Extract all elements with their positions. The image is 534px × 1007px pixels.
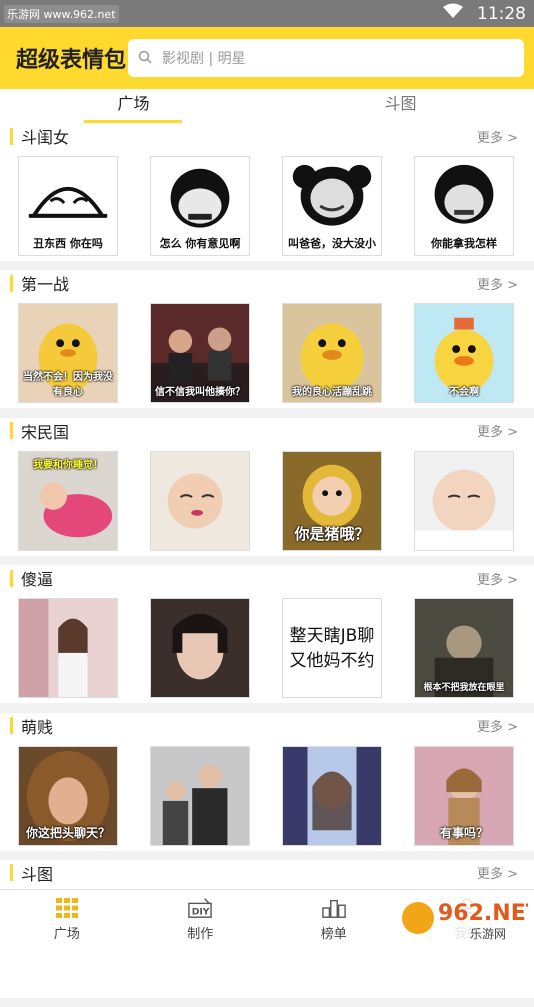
content-list: 斗闺女 更多 > 丑东西 你在吗 怎么 你有意见啊 叫爸爸，没大没小 你能拿我怎… xyxy=(0,123,534,1007)
section-accent-bar xyxy=(10,570,13,587)
meme-thumbnail[interactable]: 你能拿我怎样 xyxy=(414,156,514,256)
section-card: 第一战 更多 > 当然不会！因为我没有良心 信不信我叫他揍你？ 我的良心活蹦乱跳… xyxy=(0,270,534,408)
meme-thumbnail[interactable]: 叫爸爸，没大没小 xyxy=(282,156,382,256)
section-accent-bar xyxy=(10,275,13,292)
meme-thumbnail[interactable] xyxy=(282,746,382,846)
more-link[interactable]: 更多 > xyxy=(477,274,518,293)
meme-caption: 你这把头聊天？ xyxy=(19,824,117,841)
meme-thumbnail[interactable] xyxy=(150,746,250,846)
section-card: 宋民国 更多 > 我要和你睡觉！ 你是猪哦？ xyxy=(0,418,534,556)
nav-rank[interactable]: 榜单 xyxy=(267,890,401,949)
meme-thumbnail[interactable]: 当然不会！因为我没有良心 xyxy=(18,303,118,403)
search-input[interactable]: 影视剧 | 明星 xyxy=(128,39,524,77)
more-link[interactable]: 更多 > xyxy=(477,127,518,146)
watermark-text: 乐游网 www.962.net xyxy=(4,5,119,23)
section-accent-bar xyxy=(10,864,13,881)
section-title: 第一战 xyxy=(21,271,69,295)
meme-caption: 怎么 你有意见啊 xyxy=(151,235,249,251)
section-title: 傻逼 xyxy=(21,566,53,590)
section-card: 傻逼 更多 > 整天瞎JB聊 又他妈不约 根本不把我放在眼里 xyxy=(0,565,534,703)
podium-icon xyxy=(322,897,346,919)
meme-thumbnail[interactable]: 丑东西 你在吗 xyxy=(18,156,118,256)
meme-thumbnail[interactable]: 怎么 你有意见啊 xyxy=(150,156,250,256)
section-title: 宋民国 xyxy=(21,419,69,443)
app-title: 超级表情包 xyxy=(16,42,128,74)
more-link[interactable]: 更多 > xyxy=(477,863,518,882)
meme-caption: 有事吗？ xyxy=(415,824,513,841)
tab-bar: 广场 斗图 xyxy=(0,89,534,123)
meme-thumbnail[interactable]: 我的良心活蹦乱跳 xyxy=(282,303,382,403)
meme-caption: 你是猪哦？ xyxy=(283,523,381,544)
svg-text:DIY: DIY xyxy=(192,906,210,917)
meme-thumbnail[interactable]: 不会啊 xyxy=(414,303,514,403)
more-link[interactable]: 更多 > xyxy=(477,716,518,735)
section-accent-bar xyxy=(10,422,13,439)
nav-make[interactable]: DIY 制作 xyxy=(134,890,268,949)
meme-thumbnail[interactable]: 根本不把我放在眼里 xyxy=(414,598,514,698)
search-icon xyxy=(138,49,152,68)
nav-label: 广场 xyxy=(54,923,80,942)
status-bar: 乐游网 www.962.net 11:28 xyxy=(0,0,534,27)
meme-caption: 不会啊 xyxy=(415,383,513,398)
more-link[interactable]: 更多 > xyxy=(477,569,518,588)
nav-label: 榜单 xyxy=(321,923,347,942)
meme-thumbnail[interactable] xyxy=(18,598,118,698)
grid-icon xyxy=(55,897,79,919)
logo-sub: 乐游网 xyxy=(470,927,506,941)
meme-thumbnail[interactable] xyxy=(414,451,514,551)
meme-caption: 丑东西 你在吗 xyxy=(19,235,117,251)
meme-caption: 根本不把我放在眼里 xyxy=(415,680,513,693)
clock: 11:28 xyxy=(477,4,526,24)
more-link[interactable]: 更多 > xyxy=(477,421,518,440)
tab-doutu[interactable]: 斗图 xyxy=(267,89,534,123)
meme-caption: 整天瞎JB聊 又他妈不约 xyxy=(283,621,381,671)
meme-thumbnail[interactable]: 我要和你睡觉！ xyxy=(18,451,118,551)
site-logo-watermark: 962.NET 乐游网 xyxy=(398,892,528,944)
meme-thumbnail[interactable]: 有事吗？ xyxy=(414,746,514,846)
meme-caption: 我要和你睡觉！ xyxy=(19,456,117,471)
nav-label: 制作 xyxy=(187,923,213,942)
meme-caption: 你能拿我怎样 xyxy=(415,235,513,251)
section-accent-bar xyxy=(10,717,13,734)
section-title: 斗闺女 xyxy=(21,124,69,148)
section-card: 斗闺女 更多 > 丑东西 你在吗 怎么 你有意见啊 叫爸爸，没大没小 你能拿我怎… xyxy=(0,123,534,261)
search-placeholder: 影视剧 | 明星 xyxy=(162,48,246,68)
meme-thumbnail[interactable]: 信不信我叫他揍你？ xyxy=(150,303,250,403)
tab-square[interactable]: 广场 xyxy=(0,89,267,123)
section-card: 萌贱 更多 > 你这把头聊天？ 有事吗？ xyxy=(0,713,534,851)
meme-thumbnail[interactable]: 你是猪哦？ xyxy=(282,451,382,551)
section-title: 斗图 xyxy=(21,861,53,885)
section-accent-bar xyxy=(10,128,13,145)
meme-caption: 信不信我叫他揍你？ xyxy=(151,383,249,398)
meme-caption: 叫爸爸，没大没小 xyxy=(283,235,381,251)
meme-thumbnail[interactable]: 你这把头聊天？ xyxy=(18,746,118,846)
section-title: 萌贱 xyxy=(21,714,53,738)
wifi-icon xyxy=(443,3,463,24)
meme-thumbnail[interactable] xyxy=(150,451,250,551)
meme-caption: 当然不会！因为我没有良心 xyxy=(19,368,117,398)
meme-caption: 我的良心活蹦乱跳 xyxy=(283,383,381,398)
app-header: 超级表情包 影视剧 | 明星 xyxy=(0,27,534,89)
logo-brand: 962.NET xyxy=(438,901,528,926)
meme-thumbnail[interactable] xyxy=(150,598,250,698)
diy-icon: DIY xyxy=(188,897,212,919)
meme-thumbnail[interactable]: 整天瞎JB聊 又他妈不约 xyxy=(282,598,382,698)
nav-square[interactable]: 广场 xyxy=(0,890,134,949)
